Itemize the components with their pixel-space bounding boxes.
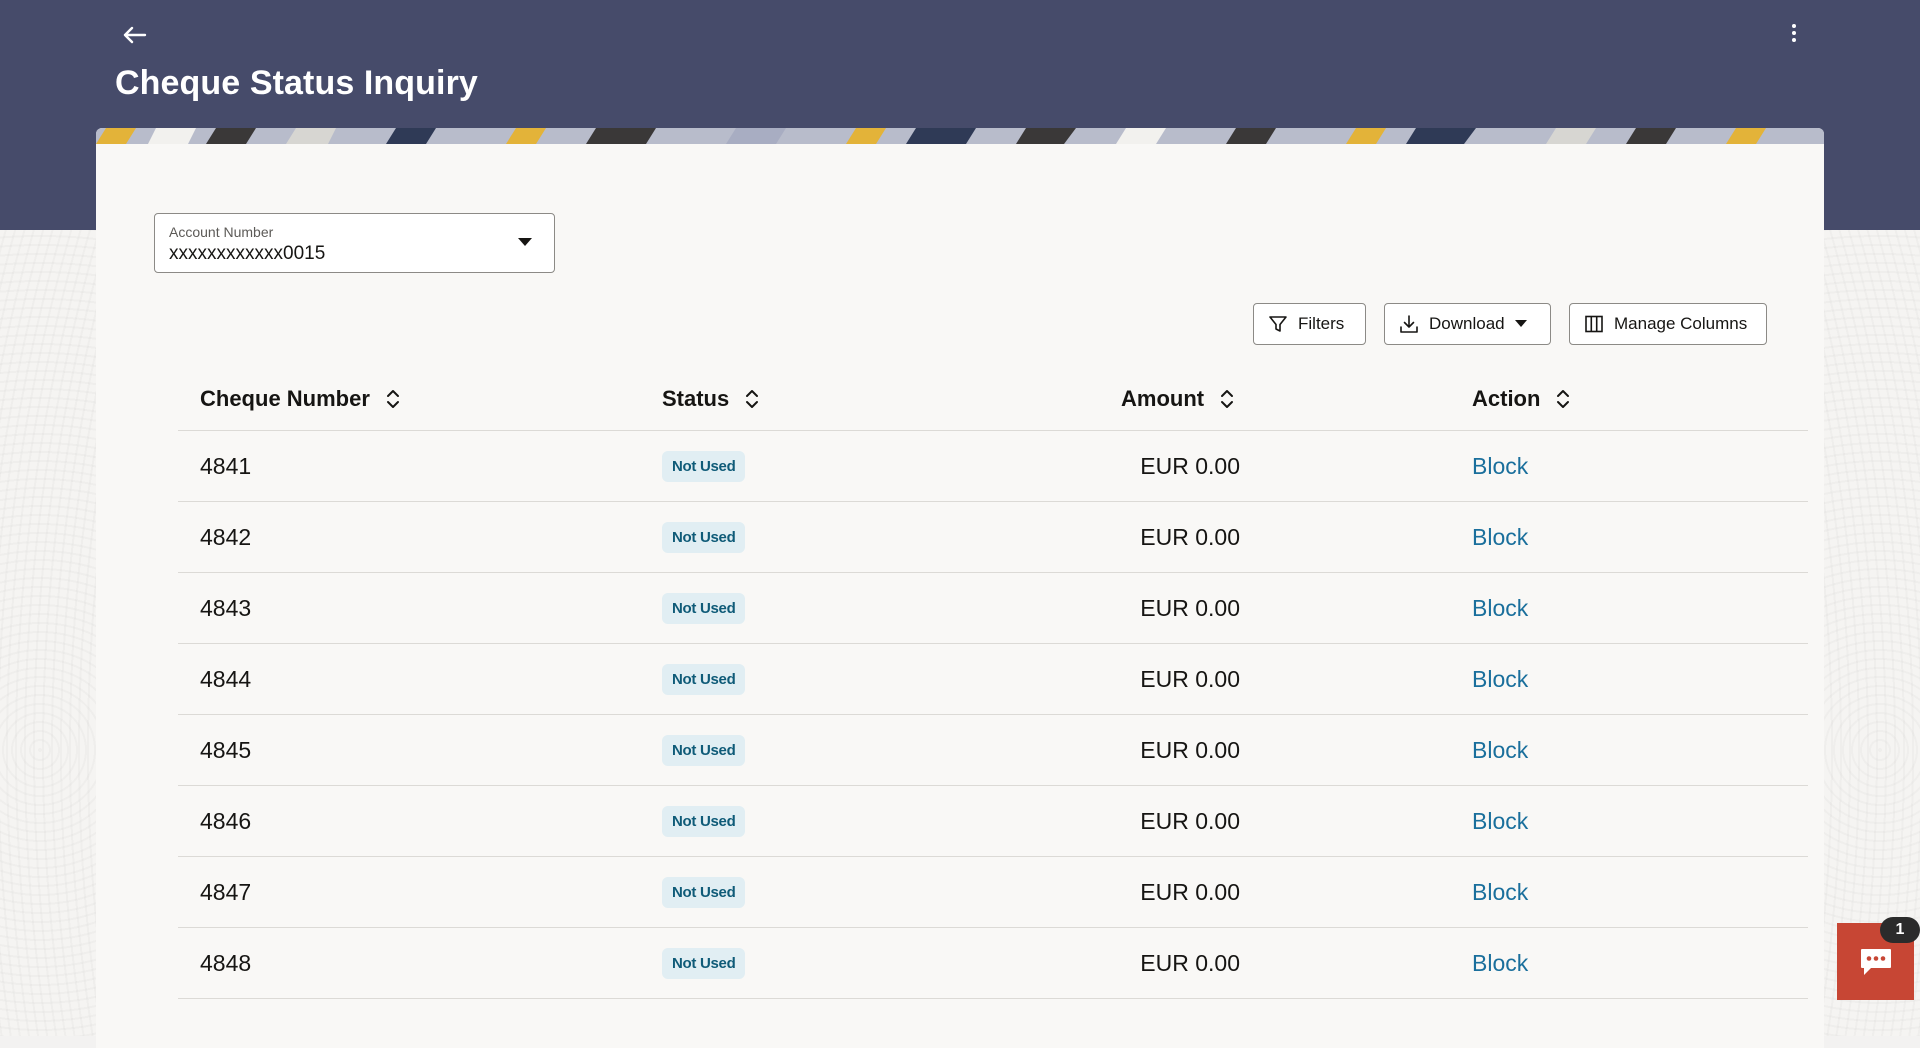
cheque-table: Cheque Number Status Amount Action 4841 … xyxy=(178,368,1808,999)
more-options-button[interactable] xyxy=(1780,16,1808,50)
sort-icon[interactable] xyxy=(1556,389,1570,409)
column-header-cheque-number: Cheque Number xyxy=(200,368,400,430)
block-link[interactable]: Block xyxy=(1472,524,1528,551)
table-row: 4844 Not Used EUR 0.00 Block xyxy=(178,644,1808,715)
sort-icon[interactable] xyxy=(745,389,759,409)
table-row: 4845 Not Used EUR 0.00 Block xyxy=(178,715,1808,786)
caret-down-icon xyxy=(1514,320,1527,327)
manage-columns-button[interactable]: Manage Columns xyxy=(1569,303,1767,345)
action-cell: Block xyxy=(1472,786,1528,856)
column-header-amount: Amount xyxy=(1121,368,1234,430)
action-cell: Block xyxy=(1472,502,1528,572)
cheque-number-cell: 4846 xyxy=(200,807,252,834)
action-cell: Block xyxy=(1472,573,1528,643)
decorative-banner xyxy=(96,128,1824,144)
block-link[interactable]: Block xyxy=(1472,879,1528,906)
cheque-number-cell: 4842 xyxy=(200,523,252,550)
action-cell: Block xyxy=(1472,644,1528,714)
table-row: 4842 Not Used EUR 0.00 Block xyxy=(178,502,1808,573)
block-link[interactable]: Block xyxy=(1472,595,1528,622)
status-cell: Not Used xyxy=(662,431,746,501)
action-cell: Block xyxy=(1472,715,1528,785)
column-header-action: Action xyxy=(1472,368,1570,430)
filters-button[interactable]: Filters xyxy=(1253,303,1366,345)
account-number-value: xxxxxxxxxxxx0015 xyxy=(169,243,326,264)
status-cell: Not Used xyxy=(662,786,746,856)
block-link[interactable]: Block xyxy=(1472,737,1528,764)
cheque-number-cell: 4847 xyxy=(200,878,252,905)
status-badge: Not Used xyxy=(662,663,746,695)
action-cell: Block xyxy=(1472,857,1528,927)
status-badge: Not Used xyxy=(662,450,746,482)
block-link[interactable]: Block xyxy=(1472,808,1528,835)
table-row: 4841 Not Used EUR 0.00 Block xyxy=(178,431,1808,502)
table-row: 4846 Not Used EUR 0.00 Block xyxy=(178,786,1808,857)
status-cell: Not Used xyxy=(662,644,746,714)
chat-notification-badge: 1 xyxy=(1880,917,1920,943)
status-badge: Not Used xyxy=(662,734,746,766)
status-badge: Not Used xyxy=(662,592,746,624)
account-number-select[interactable]: Account Number xxxxxxxxxxxx0015 xyxy=(154,213,555,273)
status-cell: Not Used xyxy=(662,857,746,927)
status-cell: Not Used xyxy=(662,502,746,572)
filter-icon xyxy=(1269,316,1287,332)
table-header: Cheque Number Status Amount Action xyxy=(178,368,1808,431)
status-badge: Not Used xyxy=(662,805,746,837)
amount-cell: EUR 0.00 xyxy=(1140,878,1240,905)
status-badge: Not Used xyxy=(662,876,746,908)
status-cell: Not Used xyxy=(662,928,746,998)
cheque-number-cell: 4844 xyxy=(200,665,252,692)
arrow-left-icon xyxy=(123,26,147,44)
filters-button-label: Filters xyxy=(1298,314,1345,333)
cheque-number-cell: 4843 xyxy=(200,594,252,621)
content-card: Account Number xxxxxxxxxxxx0015 Filters … xyxy=(96,128,1824,1048)
action-cell: Block xyxy=(1472,928,1528,998)
cheque-number-cell: 4845 xyxy=(200,736,252,763)
cheque-number-cell: 4841 xyxy=(200,452,252,479)
cheque-number-cell: 4848 xyxy=(200,949,252,976)
amount-cell: EUR 0.00 xyxy=(1140,594,1240,621)
amount-cell: EUR 0.00 xyxy=(1140,452,1240,479)
amount-cell: EUR 0.00 xyxy=(1140,807,1240,834)
back-button[interactable] xyxy=(118,18,152,52)
caret-down-icon xyxy=(518,238,532,246)
status-badge: Not Used xyxy=(662,521,746,553)
amount-cell: EUR 0.00 xyxy=(1140,949,1240,976)
table-row: 4848 Not Used EUR 0.00 Block xyxy=(178,928,1808,999)
block-link[interactable]: Block xyxy=(1472,453,1528,480)
column-header-status: Status xyxy=(662,368,759,430)
status-badge: Not Used xyxy=(662,947,746,979)
table-row: 4847 Not Used EUR 0.00 Block xyxy=(178,857,1808,928)
sort-icon[interactable] xyxy=(1220,389,1234,409)
action-cell: Block xyxy=(1472,431,1528,501)
table-row: 4843 Not Used EUR 0.00 Block xyxy=(178,573,1808,644)
columns-icon xyxy=(1585,315,1603,333)
sort-icon[interactable] xyxy=(386,389,400,409)
amount-cell: EUR 0.00 xyxy=(1140,665,1240,692)
manage-columns-button-label: Manage Columns xyxy=(1614,314,1748,333)
download-button[interactable]: Download xyxy=(1384,303,1551,345)
chat-icon xyxy=(1860,948,1891,975)
block-link[interactable]: Block xyxy=(1472,666,1528,693)
page-title: Cheque Status Inquiry xyxy=(115,64,478,102)
account-number-label: Account Number xyxy=(169,224,274,240)
amount-cell: EUR 0.00 xyxy=(1140,523,1240,550)
status-cell: Not Used xyxy=(662,715,746,785)
download-button-label: Download xyxy=(1429,314,1505,333)
amount-cell: EUR 0.00 xyxy=(1140,736,1240,763)
status-cell: Not Used xyxy=(662,573,746,643)
kebab-menu-icon xyxy=(1792,24,1796,42)
block-link[interactable]: Block xyxy=(1472,950,1528,977)
download-icon xyxy=(1400,315,1418,333)
